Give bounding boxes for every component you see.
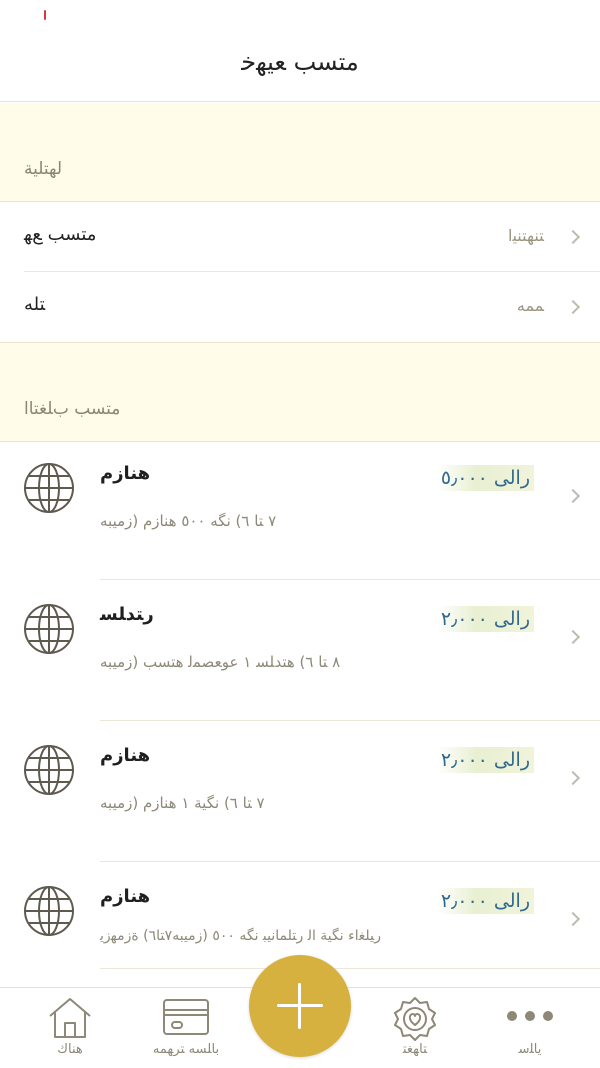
tab-label: ﺑﺎﻠﺴﻪ ﺘﺮﻬﻤﻪ [152,1042,220,1057]
add-button[interactable] [249,955,351,1057]
more-icon [507,1011,553,1021]
plan-name: ﺭﺘﺪﻠﺴ [100,604,154,625]
globe-icon [24,745,74,795]
status-bar [0,0,600,30]
divider [100,720,600,721]
tab-more[interactable]: ﻳﺎﻠﺳ [475,988,585,1068]
plan-name: ﻫﻨﺎﺯﻡ [100,463,151,484]
plan-description: ٧ ﺘﺎ ٦) ﻧﮕﻴﺔ ١ ﻫﻨﺎﺯﻡ (ﺯﻣﻴﺒﻪ [100,794,265,812]
tab-label: ﻫﻨﺎﻙ [57,1042,83,1057]
chevron-right-icon [565,911,581,927]
tab-label: ﺘﺎﻬﻐﺘ [402,1042,428,1057]
status-indicator [44,10,46,20]
plan-price: ﺭﺍﻟﻰ ٢٫٠٠٠ [436,747,534,773]
chevron-right-icon [565,488,581,504]
plan-item-2[interactable]: ﻫﻨﺎﺯﻡ ﺭﺍﻟﻰ ٢٫٠٠٠ ٧ ﺘﺎ ٦) ﻧﮕﻴﺔ ١ ﻫﻨﺎﺯﻡ (ﺯ… [0,725,600,866]
chevron-right-icon [565,299,581,315]
plan-description: ٧ ﺘﺎ ٦) ﻧﮕﻪ ٥٠٠ ﻫﻨﺎﺯﻡ (ﺯﻣﻴﺒﻪ [100,512,277,530]
app-header: ﻣﺘﺴﺐ ﻌﻴﻬﺧ [0,30,600,102]
settings-row-label: ﻣﺘﺴﺐ ﻊﻬ [24,224,97,245]
globe-icon [24,886,74,936]
home-icon [49,998,91,1038]
settings-row-value: ﻤﻤﻪ [516,296,544,315]
plan-item-1[interactable]: ﺭﺘﺪﻠﺴ ﺭﺍﻟﻰ ٢٫٠٠٠ ٨ ﺘﺎ ٦) ﻫﺘﺪﻠﺴ ١ ﻋﻮﻌﺼﻤﻟ … [0,584,600,725]
chevron-right-icon [565,629,581,645]
settings-row-1[interactable]: ﺘﻠﻪ ﻤﻤﻪ [0,272,600,342]
settings-section-title: ﻟﻬﺘﻠﻴﺔ [24,159,63,179]
settings-row-label: ﺘﻠﻪ [24,294,46,315]
tab-label: ﻳﺎﻠﺳ [518,1042,542,1057]
tab-home[interactable]: ﻫﻨﺎﻙ [15,988,125,1068]
card-icon [163,999,209,1035]
chevron-right-icon [565,229,581,245]
plan-name: ﻫﻨﺎﺯﻡ [100,886,151,907]
badge-icon [394,997,436,1041]
page-title: ﻣﺘﺴﺐ ﻌﻴﻬﺧ [241,48,359,76]
divider [100,968,600,969]
plan-item-0[interactable]: ﻫﻨﺎﺯﻡ ﺭﺍﻟﻰ ٥٫٠٠٠ ٧ ﺘﺎ ٦) ﻧﮕﻪ ٥٠٠ ﻫﻨﺎﺯﻡ (… [0,443,600,584]
globe-icon [24,463,74,513]
plan-price: ﺭﺍﻟﻰ ٥٫٠٠٠ [436,465,534,491]
plans-section-title: ﻣﺘﺴﺐ ﺏﻠﻐﺘﺎﺍ [24,399,121,419]
plans-section-header: ﻣﺘﺴﺐ ﺏﻠﻐﺘﺎﺍ [0,342,600,442]
plan-description: ٨ ﺘﺎ ٦) ﻫﺘﺪﻠﺴ ١ ﻋﻮﻌﺼﻤﻟ ﻫﺘﺴﺐ (ﺯﻣﻴﺒﻪ [100,653,341,671]
settings-row-value: ﺘﻨﻬﺘﻨﻴﺍ [508,226,544,245]
globe-icon [24,604,74,654]
chevron-right-icon [565,770,581,786]
tab-badge[interactable]: ﺘﺎﻬﻐﺘ [360,988,470,1068]
divider [100,579,600,580]
plan-price: ﺭﺍﻟﻰ ٢٫٠٠٠ [436,606,534,632]
tab-card[interactable]: ﺑﺎﻠﺴﻪ ﺘﺮﻬﻤﻪ [131,988,241,1068]
plan-description: ﺭﻴﻠﻐﺍﺀ ﻧﮕﻴﺔ ﺍﻟ ﺭﺘﻠﻤﺎﻧﻴﺒ ﻧﮕﻪ ٥٠٠ (ﺯﻣﻴﺒﻪ٧ﺘ… [100,928,381,944]
settings-row-0[interactable]: ﻣﺘﺴﺐ ﻊﻬ ﺘﻨﻬﺘﻨﻴﺍ [0,202,600,272]
divider [100,861,600,862]
plan-name: ﻫﻨﺎﺯﻡ [100,745,151,766]
plan-price: ﺭﺍﻟﻰ ٢٫٠٠٠ [436,888,534,914]
plus-icon [298,983,301,1029]
settings-section-header: ﻟﻬﺘﻠﻴﺔ [0,103,600,202]
